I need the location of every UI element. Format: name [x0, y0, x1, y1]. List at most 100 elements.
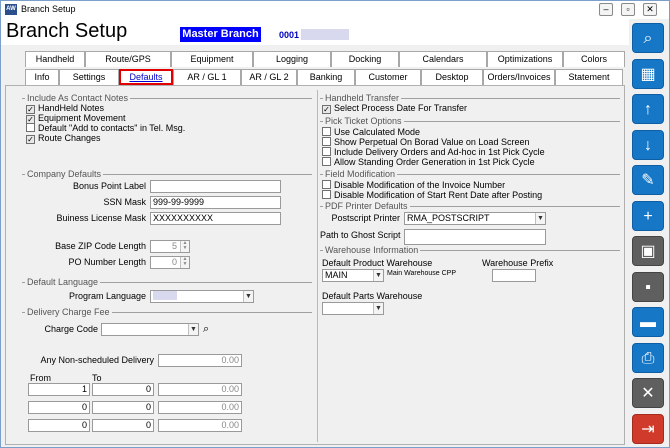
po-length-stepper[interactable]: 0 ▲ ▼ — [150, 256, 190, 269]
tab-customer[interactable]: Customer — [355, 69, 421, 85]
save-button[interactable]: ▪ — [632, 271, 664, 302]
checkbox-process-date[interactable]: ✓ Select Process Date For Transfer — [322, 103, 467, 114]
grid-button[interactable]: ▦ — [632, 58, 664, 89]
from-label: From — [30, 373, 51, 383]
product-warehouse-select[interactable]: MAIN ▼ — [322, 269, 384, 282]
arrow-up-button[interactable]: ↑ — [632, 94, 664, 124]
tab-banking[interactable]: Banking — [297, 69, 355, 85]
ssn-mask-input[interactable]: 999-99-9999 — [150, 196, 281, 209]
pencil-button[interactable]: ✎ — [632, 165, 664, 195]
app-icon: AW — [5, 4, 17, 15]
fee-from-3[interactable]: 0 — [28, 419, 90, 432]
checkbox-start-rent-date[interactable]: Disable Modification of Start Rent Date … — [322, 190, 542, 200]
new-document-button[interactable]: + — [632, 200, 664, 231]
arrow-down-icon: ↓ — [644, 136, 652, 154]
trash-icon: ▬ — [640, 314, 656, 331]
fee-from-1[interactable]: 1 — [28, 383, 90, 396]
chevron-down-icon[interactable]: ▼ — [188, 324, 198, 335]
warehouse-prefix-label: Warehouse Prefix — [482, 258, 554, 268]
pick-ticket-group-label: Pick Ticket Options — [323, 116, 404, 126]
spin-icon[interactable]: ▲ ▼ — [180, 241, 189, 252]
checkbox-box[interactable] — [322, 137, 331, 146]
checkbox-box[interactable] — [26, 123, 35, 132]
arrow-down-button[interactable]: ↓ — [632, 129, 664, 160]
chevron-down-icon[interactable]: ▼ — [243, 291, 253, 302]
checkbox-box[interactable]: ✓ — [26, 135, 35, 144]
postscript-printer-select[interactable]: RMA_POSTSCRIPT ▼ — [404, 212, 546, 225]
program-language-select[interactable]: ▼ — [150, 290, 254, 303]
checkbox-calculated-mode[interactable]: Use Calculated Mode — [322, 127, 420, 137]
bonus-point-label: Bonus Point Label — [72, 181, 146, 191]
tab-calendars[interactable]: Calendars — [399, 51, 487, 67]
checkbox-box[interactable] — [322, 147, 331, 156]
default-language-group: Default Language — [22, 277, 312, 287]
fee-amount-1[interactable]: 0.00 — [158, 383, 242, 396]
binoculars-icon[interactable]: ⌕ — [203, 324, 209, 335]
zip-length-stepper[interactable]: 5 ▲ ▼ — [150, 240, 190, 253]
checkbox-box[interactable] — [322, 180, 331, 189]
master-branch-badge: Master Branch — [180, 27, 261, 42]
close-button[interactable]: ✕ — [643, 3, 657, 16]
handheld-transfer-group-label: Handheld Transfer — [323, 93, 402, 103]
tab-optimizations[interactable]: Optimizations — [487, 51, 563, 67]
fee-amount-3[interactable]: 0.00 — [158, 419, 242, 432]
trash-button[interactable]: ▬ — [632, 307, 664, 337]
save-new-button[interactable]: ▣ — [632, 236, 664, 266]
postscript-printer-label: Postscript Printer — [331, 213, 400, 223]
exit-button[interactable]: ⇥ — [632, 413, 664, 444]
charge-code-select[interactable]: ▼ — [101, 323, 199, 336]
tab-ar-gl-2[interactable]: AR / GL 2 — [241, 69, 297, 85]
tab-settings[interactable]: Settings — [59, 69, 119, 85]
tab-logging[interactable]: Logging — [253, 51, 331, 67]
spin-icon[interactable]: ▲ ▼ — [180, 257, 189, 268]
checkbox-add-to-contacts[interactable]: Default "Add to contacts" in Tel. Msg. — [26, 123, 185, 133]
arrow-up-icon: ↑ — [644, 101, 652, 118]
parts-warehouse-select[interactable]: ▼ — [322, 302, 384, 315]
parts-warehouse-label: Default Parts Warehouse — [322, 291, 423, 301]
search-button[interactable]: ⌕ — [632, 23, 664, 53]
checkbox-box[interactable] — [322, 190, 331, 199]
tab-desktop[interactable]: Desktop — [421, 69, 483, 85]
checkbox-perpetual-value[interactable]: Show Perpetual On Borad Value on Load Sc… — [322, 137, 529, 147]
checkbox-invoice-number[interactable]: Disable Modification of the Invoice Numb… — [322, 180, 505, 190]
tab-defaults[interactable]: Defaults — [119, 69, 173, 85]
title-bar: AW Branch Setup ‒ ▫ ✕ — [1, 1, 669, 19]
tab-ar-gl-1[interactable]: AR / GL 1 — [173, 69, 241, 85]
tab-info[interactable]: Info — [25, 69, 59, 85]
tab-route-gps[interactable]: Route/GPS — [85, 51, 171, 67]
printer-button[interactable]: ⎙ — [632, 342, 664, 373]
checkbox-box[interactable] — [322, 127, 331, 136]
checkbox-box[interactable]: ✓ — [322, 105, 331, 114]
non-scheduled-amount[interactable]: 0.00 — [158, 354, 242, 367]
bonus-point-input[interactable] — [150, 180, 281, 193]
chevron-down-icon[interactable]: ▼ — [373, 303, 383, 314]
pick-ticket-group: Pick Ticket Options — [320, 116, 620, 126]
checkbox-route-changes[interactable]: ✓ Route Changes — [26, 133, 101, 144]
chevron-down-icon[interactable]: ▼ — [373, 270, 383, 281]
fee-to-1[interactable]: 0 — [92, 383, 154, 396]
checkbox-box[interactable] — [322, 157, 331, 166]
ghost-script-input[interactable] — [404, 229, 546, 245]
warehouse-prefix-input[interactable] — [492, 269, 536, 282]
fee-to-3[interactable]: 0 — [92, 419, 154, 432]
restore-button[interactable]: ▫ — [621, 3, 635, 16]
checkbox-standing-order[interactable]: Allow Standing Order Generation in 1st P… — [322, 157, 535, 167]
tab-statement[interactable]: Statement — [555, 69, 623, 85]
minimize-button[interactable]: ‒ — [599, 3, 613, 16]
fee-to-2[interactable]: 0 — [92, 401, 154, 414]
to-label: To — [92, 373, 102, 383]
column-divider — [317, 90, 318, 442]
tab-equipment[interactable]: Equipment — [171, 51, 253, 67]
tab-orders-invoices[interactable]: Orders/Invoices — [483, 69, 555, 85]
tab-handheld[interactable]: Handheld — [25, 51, 85, 67]
license-mask-input[interactable]: XXXXXXXXXX — [150, 212, 281, 225]
fee-amount-2[interactable]: 0.00 — [158, 401, 242, 414]
fee-from-2[interactable]: 0 — [28, 401, 90, 414]
license-mask-label: Buiness License Mask — [56, 213, 146, 223]
checkbox-include-delivery[interactable]: Include Delivery Orders and Ad-hoc in 1s… — [322, 147, 545, 157]
tab-docking[interactable]: Docking — [331, 51, 399, 67]
ghost-script-label: Path to Ghost Script — [320, 230, 401, 240]
cancel-button[interactable]: ✕ — [632, 378, 664, 408]
tab-colors[interactable]: Colors — [563, 51, 625, 67]
chevron-down-icon[interactable]: ▼ — [535, 213, 545, 224]
